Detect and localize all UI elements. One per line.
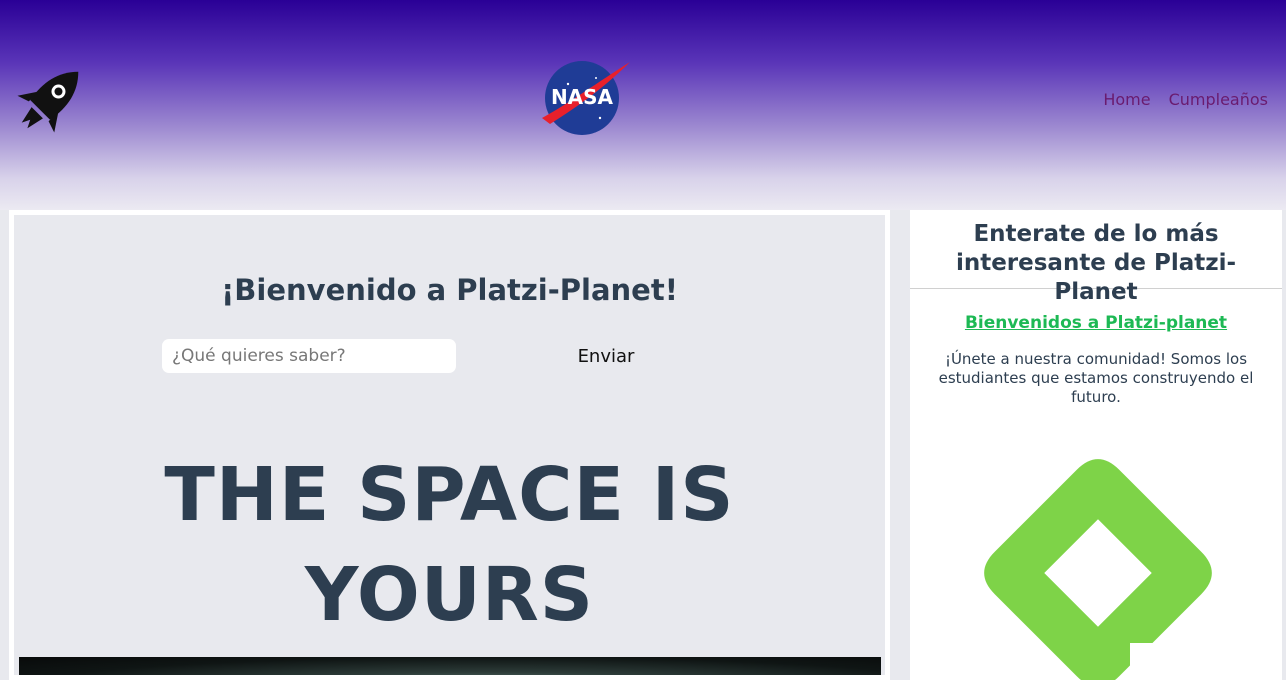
sidebar-title: Enterate de lo más interesante de Platzi… <box>910 210 1282 305</box>
sidebar: Enterate de lo más interesante de Platzi… <box>910 210 1282 680</box>
sidebar-description: ¡Únete a nuestra comunidad! Somos los es… <box>938 350 1254 406</box>
platzi-logo <box>980 455 1216 680</box>
main-nav: Home Cumpleaños <box>1103 90 1268 109</box>
sidebar-article-link[interactable]: Bienvenidos a Platzi-planet <box>910 313 1282 333</box>
rocket-icon[interactable] <box>8 58 92 142</box>
search-input[interactable] <box>162 339 456 373</box>
nasa-logo[interactable]: NASA <box>538 60 632 138</box>
hero-title: THE SPACE IS YOURS <box>14 445 885 645</box>
hero-line-2: YOURS <box>304 552 595 638</box>
header: NASA Home Cumpleaños <box>0 0 1286 210</box>
send-button[interactable]: Enviar <box>554 339 658 373</box>
hero-line-1: THE SPACE IS <box>164 452 735 538</box>
space-image <box>19 657 881 675</box>
welcome-heading: ¡Bienvenido a Platzi-Planet! <box>221 273 678 307</box>
main-panel: ¡Bienvenido a Platzi-Planet! Enviar THE … <box>9 210 890 680</box>
main-content: ¡Bienvenido a Platzi-Planet! Enviar THE … <box>14 215 885 675</box>
nav-home-link[interactable]: Home <box>1103 90 1150 109</box>
nav-cumpleanos-link[interactable]: Cumpleaños <box>1169 90 1268 109</box>
svg-text:NASA: NASA <box>551 85 614 109</box>
